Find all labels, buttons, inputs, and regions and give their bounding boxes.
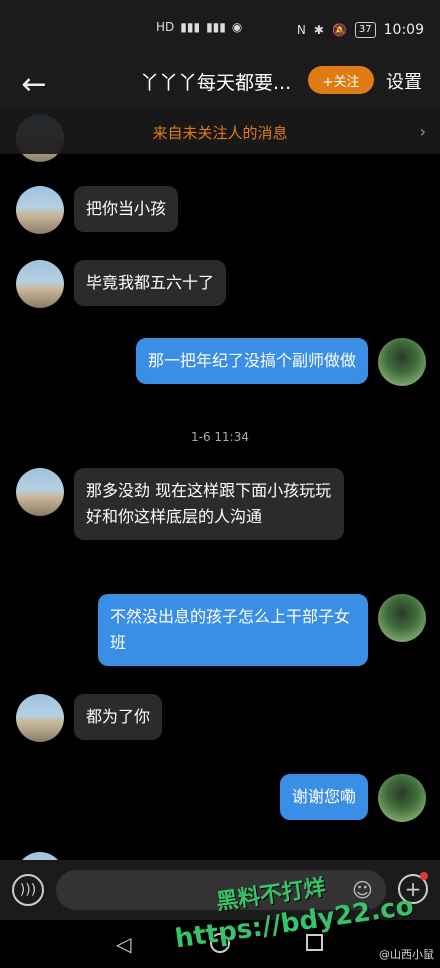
status-left-icons: HD ▮▮▮ ▮▮▮ ◉ bbox=[156, 20, 242, 34]
avatar[interactable] bbox=[378, 594, 426, 642]
avatar[interactable] bbox=[378, 774, 426, 822]
nfc-icon: N bbox=[296, 23, 306, 37]
chevron-right-icon: › bbox=[419, 122, 426, 141]
weibo-credit: @山西小鼠 bbox=[379, 948, 434, 961]
message-row: 不然没出息的孩子怎么上干部子女班 bbox=[98, 594, 426, 666]
bluetooth-icon: ✱ bbox=[313, 23, 324, 37]
chat-title: 丫丫丫每天都要... bbox=[140, 72, 292, 94]
message-timestamp: 1-6 11:34 bbox=[191, 430, 249, 444]
input-bar: ))) ☺ + bbox=[0, 860, 440, 920]
back-arrow-icon[interactable]: ← bbox=[14, 66, 54, 102]
message-bubble[interactable]: 毕竟我都五六十了 bbox=[74, 260, 227, 306]
message-bubble[interactable]: 都为了你 bbox=[74, 694, 163, 740]
signal-icon: ▮▮▮ bbox=[180, 20, 201, 34]
message-row: 那一把年纪了没搞个副师做做 bbox=[135, 338, 426, 386]
nav-recent-icon[interactable] bbox=[306, 934, 323, 951]
hd-icon: HD bbox=[156, 20, 175, 34]
message-bubble[interactable]: 把你当小孩 bbox=[74, 186, 179, 232]
message-bubble[interactable]: 那一把年纪了没搞个副师做做 bbox=[135, 338, 368, 384]
notice-text: 来自未关注人的消息 bbox=[152, 123, 288, 142]
message-row bbox=[16, 852, 64, 860]
avatar[interactable] bbox=[16, 852, 64, 860]
nav-back-icon[interactable]: ◁ bbox=[116, 932, 131, 956]
chat-area[interactable]: 来自未关注人的消息 › 把你当小孩 毕竟我都五六十了 那一把年纪了没搞个副师做做… bbox=[0, 110, 440, 860]
chat-header: ← 丫丫丫每天都要... +关注 设置 bbox=[0, 56, 440, 110]
mute-icon: 🔕 bbox=[331, 23, 347, 37]
avatar[interactable] bbox=[16, 186, 64, 234]
notification-dot bbox=[420, 872, 428, 880]
avatar[interactable] bbox=[378, 338, 426, 386]
voice-icon[interactable]: ))) bbox=[12, 874, 44, 906]
message-row: 谢谢您嘞 bbox=[279, 774, 426, 822]
message-row: 把你当小孩 bbox=[16, 186, 179, 234]
system-nav-bar: ◁ bbox=[0, 920, 440, 968]
signal-icon: ▮▮▮ bbox=[206, 20, 226, 34]
status-bar: HD ▮▮▮ ▮▮▮ ◉ N ✱ 🔕 37 10:09 bbox=[0, 0, 440, 56]
non-follower-notice[interactable]: 来自未关注人的消息 › bbox=[0, 110, 440, 154]
status-time: 10:09 bbox=[383, 22, 424, 38]
message-row: 毕竟我都五六十了 bbox=[16, 260, 227, 308]
message-bubble[interactable]: 那多没劲 现在这样跟下面小孩玩玩 好和你这样底层的人沟通 bbox=[74, 468, 344, 540]
settings-button[interactable]: 设置 bbox=[386, 68, 422, 94]
nav-home-icon[interactable] bbox=[210, 933, 230, 953]
message-bubble[interactable]: 谢谢您嘞 bbox=[279, 774, 368, 820]
status-right: N ✱ 🔕 37 10:09 bbox=[297, 22, 424, 38]
avatar[interactable] bbox=[16, 694, 64, 742]
wechat-icon: ◉ bbox=[231, 20, 243, 34]
battery-indicator: 37 bbox=[354, 22, 376, 38]
avatar[interactable] bbox=[16, 260, 64, 308]
message-row: 那多没劲 现在这样跟下面小孩玩玩 好和你这样底层的人沟通 bbox=[16, 468, 344, 540]
follow-button[interactable]: +关注 bbox=[308, 66, 374, 94]
message-input[interactable] bbox=[56, 870, 386, 910]
emoji-icon[interactable]: ☺ bbox=[352, 878, 373, 902]
message-bubble[interactable]: 不然没出息的孩子怎么上干部子女班 bbox=[98, 594, 368, 666]
message-row: 都为了你 bbox=[16, 694, 163, 742]
avatar[interactable] bbox=[16, 468, 64, 516]
